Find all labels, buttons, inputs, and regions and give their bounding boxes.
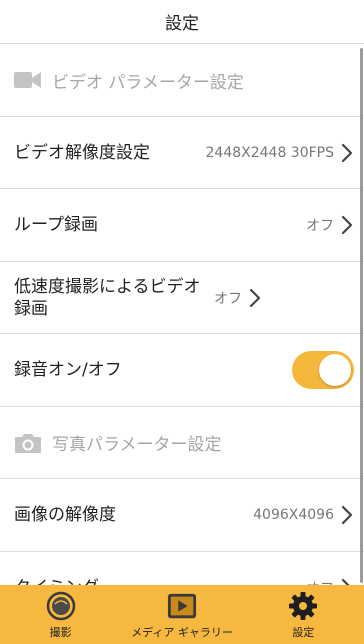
chevron-right-icon [340, 505, 354, 525]
bottom-tab-bar: 撮影 メディア ギャラリー 設定 [0, 585, 364, 644]
video-camera-icon [14, 69, 42, 91]
loop-recording-row[interactable]: ループ録画 オフ [0, 189, 364, 262]
timing-value: オフ [306, 578, 334, 585]
timing-row[interactable]: タイミング オフ [0, 552, 364, 585]
video-section-title: ビデオ パラメーター設定 [52, 72, 244, 93]
page-title: 設定 [165, 14, 199, 34]
loop-recording-value: オフ [306, 218, 334, 234]
tab-capture-label: 撮影 [49, 626, 72, 639]
scrollbar[interactable] [360, 48, 363, 583]
gear-icon [288, 591, 318, 621]
video-resolution-value: 2448X2448 30FPS [205, 144, 335, 161]
audio-recording-label: 録音オン/オフ [14, 360, 122, 380]
toggle-knob [319, 354, 351, 386]
image-resolution-value: 4096X4096 [253, 507, 334, 523]
tab-settings[interactable]: 設定 [243, 585, 364, 644]
tab-media-gallery-label: メディア ギャラリー [131, 626, 233, 639]
audio-recording-row: 録音オン/オフ [0, 334, 364, 407]
chevron-right-icon [248, 288, 262, 308]
audio-recording-toggle[interactable] [292, 351, 354, 389]
image-resolution-label: 画像の解像度 [14, 505, 116, 525]
tab-media-gallery[interactable]: メディア ギャラリー [121, 585, 242, 644]
video-resolution-row[interactable]: ビデオ解像度設定 2448X2448 30FPS [0, 117, 364, 189]
loop-recording-label: ループ録画 [14, 215, 98, 235]
shutter-icon [46, 591, 76, 621]
settings-list[interactable]: ビデオ パラメーター設定 ビデオ解像度設定 2448X2448 30FPS ルー… [0, 44, 364, 585]
video-resolution-label: ビデオ解像度設定 [14, 142, 150, 163]
timing-label: タイミング [14, 577, 306, 585]
timelapse-recording-label: 低速度撮影によるビデオ録画 [14, 276, 201, 319]
video-section-header: ビデオ パラメーター設定 [0, 44, 364, 117]
chevron-right-icon [340, 215, 354, 235]
tab-settings-label: 設定 [292, 626, 315, 639]
photo-camera-icon [14, 432, 42, 454]
photo-section-header: 写真パラメーター設定 [0, 407, 364, 479]
timelapse-recording-value: オフ [214, 290, 242, 307]
tab-capture[interactable]: 撮影 [0, 585, 121, 644]
image-resolution-row[interactable]: 画像の解像度 4096X4096 [0, 479, 364, 552]
chevron-right-icon [340, 578, 354, 585]
photo-section-title: 写真パラメーター設定 [52, 435, 222, 455]
top-bar: 設定 [0, 0, 364, 44]
chevron-right-icon [340, 143, 354, 163]
media-gallery-icon [167, 591, 197, 621]
timelapse-recording-row[interactable]: 低速度撮影によるビデオ録画 オフ [0, 262, 364, 334]
